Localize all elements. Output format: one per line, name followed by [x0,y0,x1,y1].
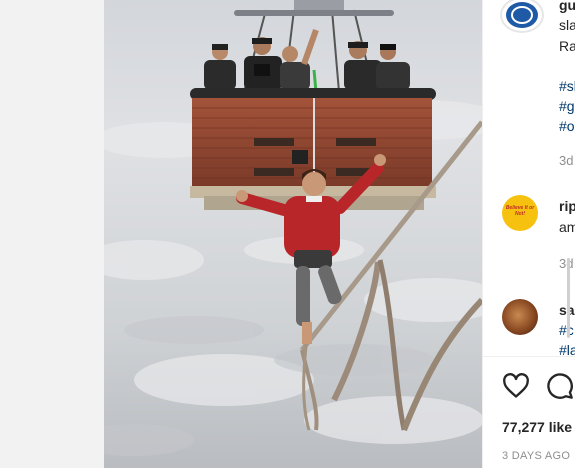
comment-username[interactable]: rip [559,197,575,215]
guinness-avatar[interactable] [500,0,544,33]
caption-hashtag[interactable]: #g [559,97,575,115]
commenter-avatar[interactable] [502,299,538,335]
caption-timestamp: 3d [559,153,574,168]
comment-icon[interactable] [546,372,574,400]
likes-count[interactable]: 77,277 like [502,418,572,436]
caption-hashtag[interactable]: #o [559,117,575,135]
slackline-photo [104,0,482,468]
ripleys-avatar[interactable]: Believe It or Not! [502,195,538,231]
caption-text-line-1: sla [559,17,575,33]
caption-username[interactable]: gu [559,0,575,14]
heart-icon[interactable] [502,372,530,400]
post-photo[interactable] [104,0,482,468]
post-date: 3 DAYS AGO [502,450,571,462]
comment-text: am [559,219,575,235]
ripleys-logo-text: Believe It or Not! [505,205,535,217]
actions-divider [483,356,575,357]
comments-scrollbar[interactable] [567,258,570,338]
caption-text-line-2: Ra [559,38,575,54]
comments-panel: gu sla Ra #sl #g #o 3d Believe It or Not… [482,0,575,468]
caption-hashtag[interactable]: #sl [559,77,575,95]
page-background [0,0,104,468]
